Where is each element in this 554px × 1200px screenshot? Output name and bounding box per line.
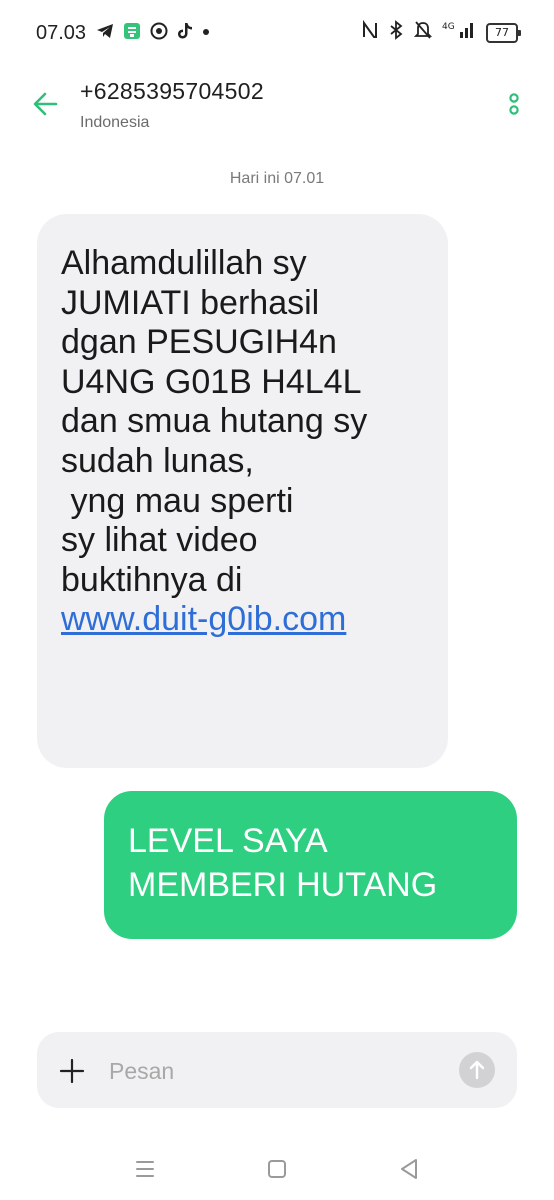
- recent-apps-button[interactable]: [130, 1154, 160, 1184]
- notification-icons: [96, 22, 210, 40]
- battery-indicator: 77: [486, 22, 521, 43]
- outgoing-message-bubble[interactable]: LEVEL SAYA MEMBERI HUTANG: [104, 791, 517, 939]
- date-separator: Hari ini 07.01: [229, 170, 325, 187]
- status-time: 07.03: [36, 22, 87, 44]
- message-link[interactable]: www.duit-g0ib.com: [61, 600, 346, 640]
- dot-icon: [202, 22, 210, 40]
- network-type-label: 4G: [442, 22, 455, 32]
- message-composer: [37, 1032, 517, 1108]
- square-icon: [268, 1160, 286, 1178]
- back-nav-button[interactable]: [394, 1154, 424, 1184]
- telegram-icon: [96, 22, 114, 40]
- conversation-header: +6285395704502 Indonesia: [0, 66, 554, 146]
- mute-bell-icon: [413, 20, 433, 45]
- chrome-icon: [150, 22, 168, 40]
- status-bar: 07.03 4G 77: [0, 0, 554, 64]
- nfc-icon: [362, 19, 378, 45]
- send-button[interactable]: [459, 1052, 495, 1088]
- outgoing-message-text: LEVEL SAYA MEMBERI HUTANG: [128, 822, 438, 904]
- contact-country: Indonesia: [80, 114, 150, 131]
- incoming-message-bubble[interactable]: Alhamdulillah sy JUMIATI berhasil dgan P…: [37, 214, 448, 768]
- plus-icon: [59, 1058, 85, 1084]
- signal-4g-icon: 4G: [442, 20, 476, 45]
- home-button[interactable]: [262, 1154, 292, 1184]
- contact-number[interactable]: +6285395704502: [80, 78, 264, 105]
- incoming-message-text: Alhamdulillah sy JUMIATI berhasil dgan P…: [61, 244, 368, 599]
- more-vertical-icon: [509, 93, 519, 115]
- message-input[interactable]: [107, 1050, 441, 1092]
- menu-lines-icon: [136, 1161, 154, 1177]
- system-navigation-bar: [0, 1140, 554, 1200]
- back-button[interactable]: [26, 84, 70, 124]
- more-options-button[interactable]: [502, 90, 526, 118]
- back-arrow-icon: [33, 92, 58, 116]
- triangle-back-icon: [401, 1159, 417, 1179]
- wechat-like-icon: [123, 22, 141, 40]
- tiktok-icon: [177, 22, 193, 40]
- attach-button[interactable]: [57, 1056, 87, 1086]
- system-icons: 4G 77: [362, 19, 521, 45]
- bluetooth-icon: [388, 20, 404, 45]
- send-arrow-icon: [469, 1060, 485, 1080]
